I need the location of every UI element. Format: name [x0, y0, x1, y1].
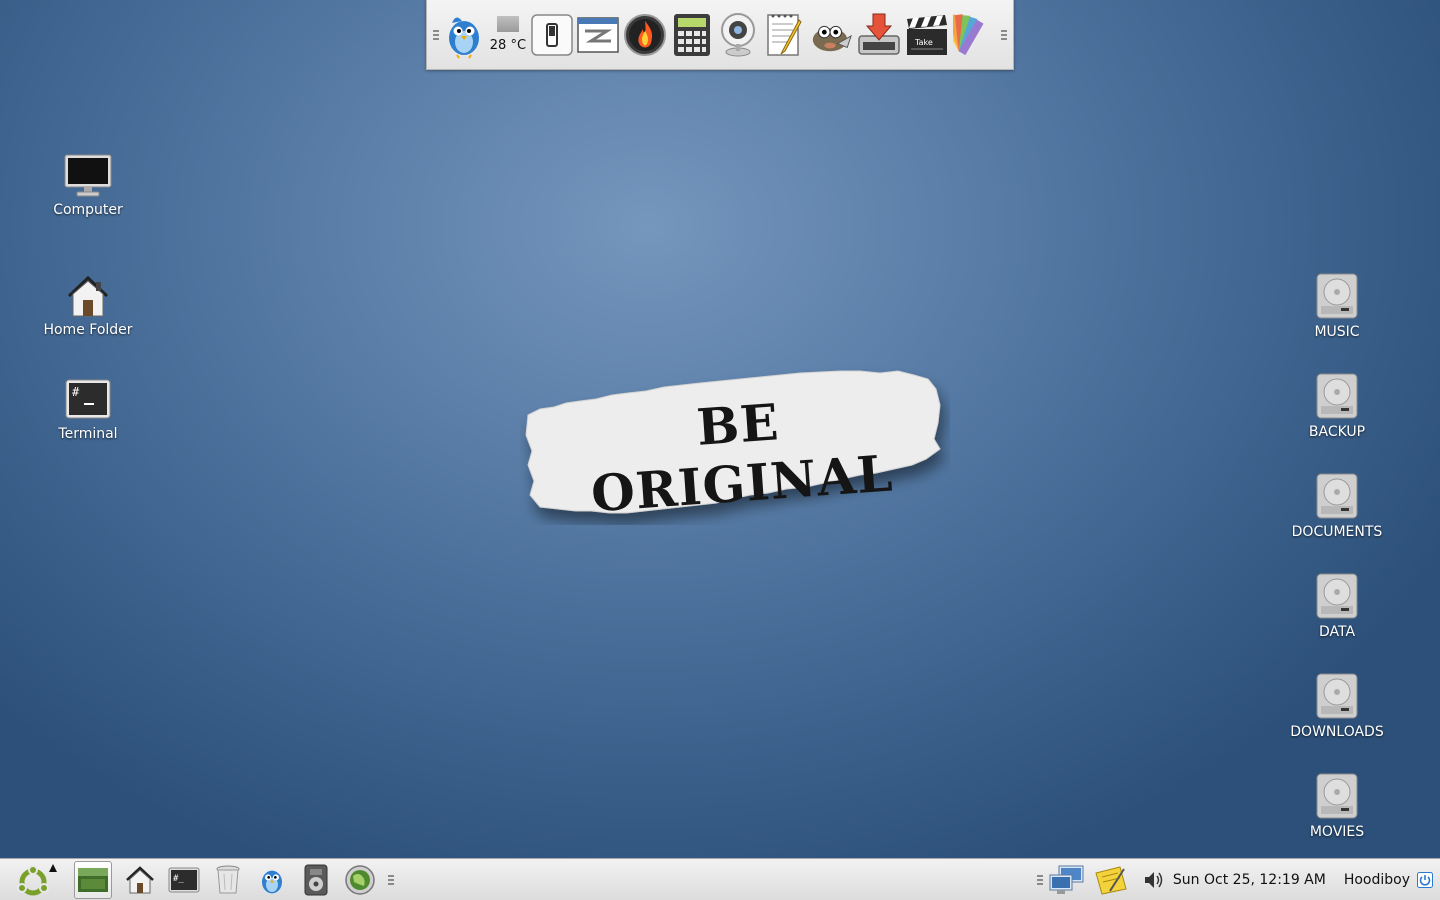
- desktop-icon-music[interactable]: MUSIC: [1287, 272, 1387, 340]
- desktop-icon-label: Computer: [53, 202, 123, 218]
- show-desktop-icon[interactable]: [74, 860, 112, 899]
- temperature-widget[interactable]: 28 °C: [489, 16, 527, 53]
- desktop-icon-home-folder[interactable]: Home Folder: [38, 274, 138, 338]
- desktop-icon-backup[interactable]: BACKUP: [1287, 372, 1387, 440]
- ubuntu-menu-icon[interactable]: [8, 860, 68, 900]
- panel-grip-left[interactable]: [433, 29, 439, 40]
- clock[interactable]: Sun Oct 25, 12:19 AM: [1173, 872, 1326, 888]
- wallpaper-paper-scrap: BE ORIGINAL: [520, 365, 950, 525]
- desktop-icon-label: BACKUP: [1308, 424, 1366, 440]
- hard-drive-icon: [1316, 473, 1358, 519]
- volume-icon[interactable]: [1141, 860, 1167, 900]
- switch-icon[interactable]: [531, 11, 573, 59]
- hard-drive-icon: [1316, 573, 1358, 619]
- calculator-icon[interactable]: [671, 11, 713, 59]
- desktop-icon-label: MUSIC: [1314, 324, 1360, 340]
- desktop-icon-data[interactable]: DATA: [1287, 572, 1387, 640]
- taskbar-grip-left[interactable]: [388, 874, 394, 885]
- panel-grip-right[interactable]: [1001, 29, 1007, 40]
- system-tray: Sun Oct 25, 12:19 AM Hoodiboy: [1035, 860, 1440, 900]
- monitor-icon: [64, 154, 112, 197]
- hard-drive-icon: [1316, 773, 1358, 819]
- svg-text:Take: Take: [914, 38, 933, 47]
- bottom-taskbar: #_ Sun Oct 25, 12:19 AM Hoodiboy: [0, 858, 1440, 900]
- home-icon: [67, 275, 109, 317]
- terminal-icon[interactable]: #_: [162, 860, 206, 900]
- desktop-icon-label: DOWNLOADS: [1290, 724, 1384, 740]
- color-palette-icon[interactable]: [953, 11, 997, 59]
- desktop-icon-label: DATA: [1318, 624, 1356, 640]
- hard-drive-icon: [1316, 273, 1358, 319]
- gimp-icon[interactable]: [809, 11, 853, 59]
- temperature-value: 28 °C: [489, 38, 527, 53]
- hard-drive-icon: [1316, 373, 1358, 419]
- desktop-icon-computer[interactable]: Computer: [38, 154, 138, 218]
- twitter-bird-icon[interactable]: [443, 11, 485, 59]
- text-editor-icon[interactable]: [763, 11, 805, 59]
- home-icon[interactable]: [118, 860, 162, 900]
- desktop-icon-terminal[interactable]: # Terminal: [38, 378, 138, 442]
- twitter-bird-icon[interactable]: [250, 860, 294, 900]
- top-launcher-panel: 28 °C Take: [426, 0, 1014, 70]
- desktop-icon-documents[interactable]: DOCUMENTS: [1287, 472, 1387, 540]
- network-icon[interactable]: [1045, 860, 1089, 900]
- desktop-icon-label: MOVIES: [1309, 824, 1365, 840]
- desktop-icon-label: Home Folder: [43, 322, 133, 338]
- hard-drive-icon: [1316, 673, 1358, 719]
- svg-text:#: #: [72, 385, 80, 399]
- download-manager-icon[interactable]: [857, 11, 901, 59]
- trash-icon[interactable]: [206, 860, 250, 900]
- username[interactable]: Hoodiboy: [1344, 872, 1410, 888]
- music-player-icon[interactable]: [294, 860, 338, 900]
- power-icon[interactable]: [1414, 860, 1436, 900]
- desktop-icon-downloads[interactable]: DOWNLOADS: [1287, 672, 1387, 740]
- terminal-icon: #: [65, 379, 111, 419]
- taskbar-grip-right[interactable]: [1036, 874, 1043, 885]
- notes-icon[interactable]: [1089, 860, 1133, 900]
- desktop-icon-movies[interactable]: MOVIES: [1287, 772, 1387, 840]
- window-switcher-icon[interactable]: [577, 11, 619, 59]
- desktop-icon-label: Terminal: [58, 426, 118, 442]
- video-editor-icon[interactable]: Take: [905, 11, 949, 59]
- webcam-icon[interactable]: [717, 11, 759, 59]
- firewall-icon[interactable]: [623, 11, 667, 59]
- weather-icon: [496, 16, 519, 32]
- desktop-icon-label: DOCUMENTS: [1291, 524, 1383, 540]
- browser-icon[interactable]: [338, 860, 382, 900]
- svg-text:#_: #_: [173, 874, 184, 884]
